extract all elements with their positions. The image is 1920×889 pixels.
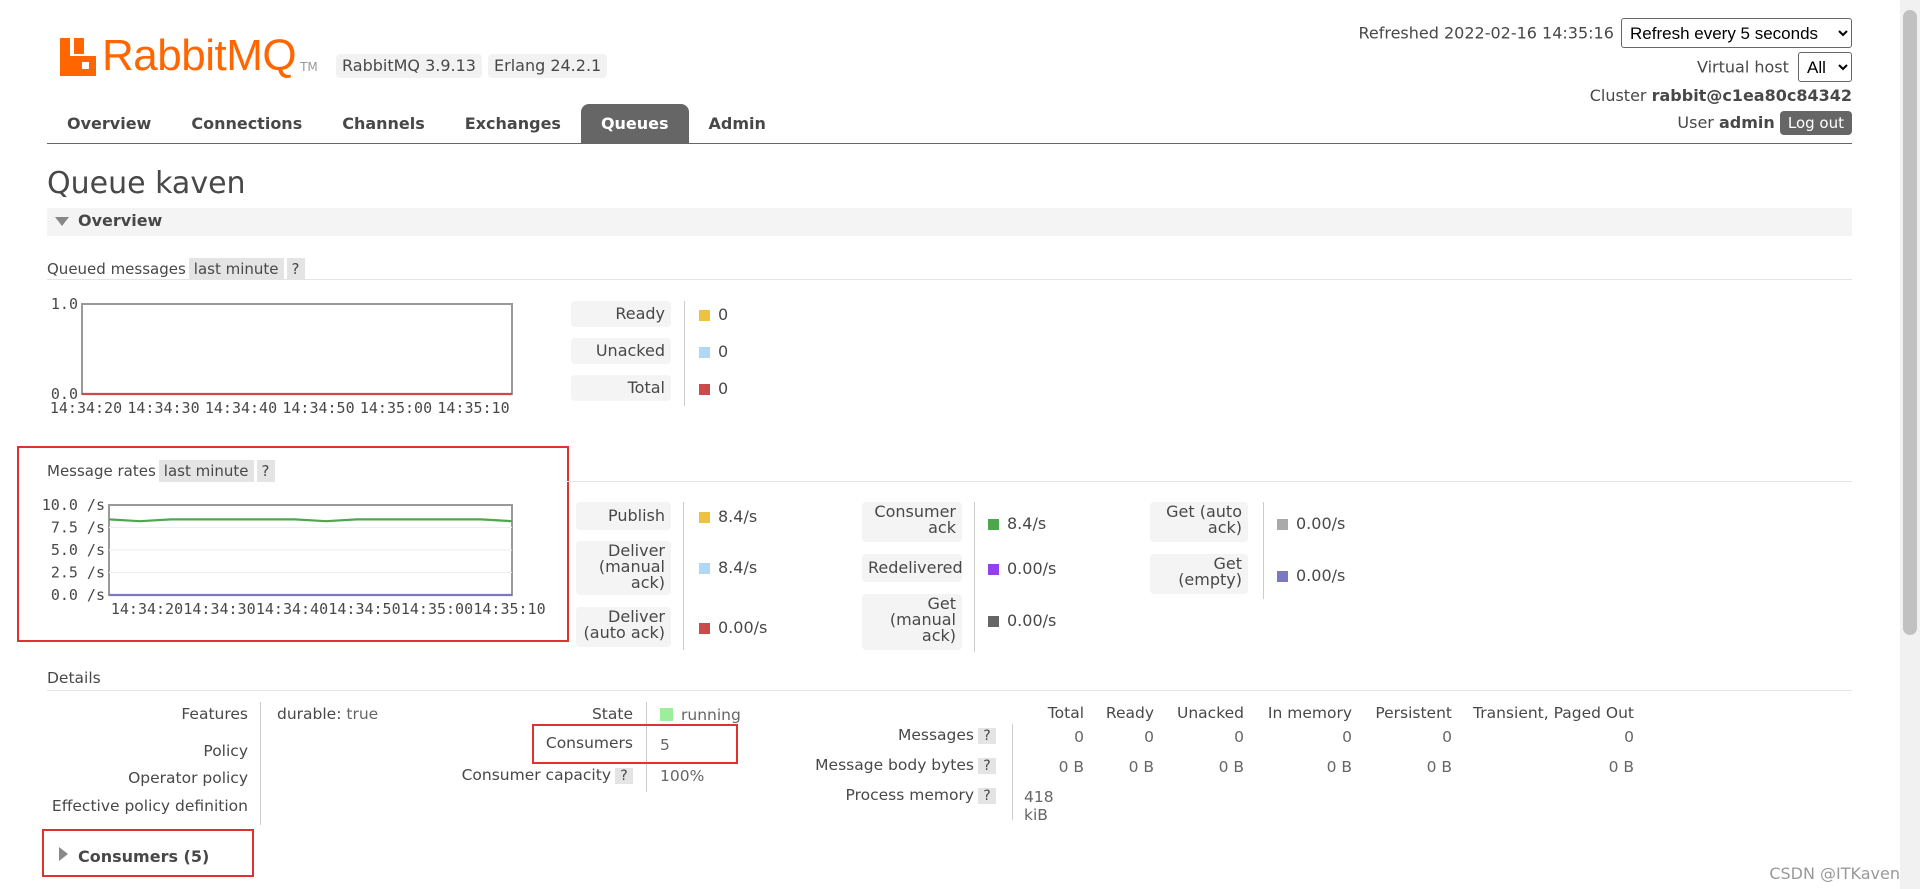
cell-messages-transient: 0 bbox=[1624, 728, 1634, 746]
deliver-auto-ack-swatch bbox=[699, 623, 710, 634]
cell-bytes-ready: 0 B bbox=[1128, 758, 1154, 776]
cell-messages-ready: 0 bbox=[1144, 728, 1154, 746]
features-value: durable: true bbox=[277, 705, 379, 723]
rates-col3-separator bbox=[1263, 502, 1264, 599]
publish-value: 8.4/s bbox=[699, 507, 757, 526]
consumers-highlight bbox=[532, 724, 738, 764]
consumer-ack-label: Consumer ack bbox=[862, 502, 962, 542]
y-tick-label: 10.0 /s bbox=[42, 496, 105, 514]
x-tick-label: 14:34:40 bbox=[256, 600, 328, 618]
y-tick-label: 5.0 /s bbox=[51, 541, 105, 559]
x-tick-label: 14:34:50 bbox=[328, 600, 400, 618]
consumers-section-toggle[interactable]: Consumers (5) bbox=[78, 847, 209, 866]
get-empty-swatch bbox=[1277, 571, 1288, 582]
col-persistent: Persistent bbox=[1375, 704, 1452, 722]
redelivered-swatch bbox=[988, 564, 999, 575]
get-empty-value: 0.00/s bbox=[1277, 566, 1345, 585]
col-transient-paged-out: Transient, Paged Out bbox=[1473, 704, 1634, 722]
consumer-capacity-help[interactable]: ? bbox=[615, 768, 633, 784]
x-tick-label: 14:34:30 bbox=[183, 600, 255, 618]
col-total: Total bbox=[1047, 704, 1084, 722]
cell-bytes-total: 0 B bbox=[1058, 758, 1084, 776]
operator-policy-label: Operator policy bbox=[128, 769, 248, 787]
messages-help[interactable]: ? bbox=[978, 728, 996, 744]
watermark: CSDN @ITKaven bbox=[1769, 864, 1900, 883]
scrollbar-thumb[interactable] bbox=[1903, 10, 1917, 635]
x-tick-label: 14:34:20 bbox=[111, 600, 183, 618]
consumer-capacity-value: 100% bbox=[660, 767, 705, 785]
y-tick-label: 2.5 /s bbox=[51, 564, 105, 582]
cell-messages-in-memory: 0 bbox=[1342, 728, 1352, 746]
cell-bytes-in-memory: 0 B bbox=[1326, 758, 1352, 776]
expand-triangle-icon bbox=[59, 847, 68, 861]
row-process-memory-label: Process memory? bbox=[780, 786, 996, 804]
body-bytes-help[interactable]: ? bbox=[978, 758, 996, 774]
get-auto-ack-label: Get (auto ack) bbox=[1150, 502, 1248, 542]
get-manual-ack-value: 0.00/s bbox=[988, 611, 1056, 630]
get-auto-ack-value: 0.00/s bbox=[1277, 514, 1345, 533]
cell-bytes-unacked: 0 B bbox=[1218, 758, 1244, 776]
details-col1-separator bbox=[260, 702, 261, 825]
cell-bytes-transient: 0 B bbox=[1608, 758, 1634, 776]
cell-messages-total: 0 bbox=[1074, 728, 1084, 746]
redelivered-label: Redelivered bbox=[862, 554, 963, 582]
process-memory-help[interactable]: ? bbox=[978, 788, 996, 804]
get-manual-ack-swatch bbox=[988, 616, 999, 627]
details-heading: Details bbox=[47, 669, 101, 687]
get-empty-label: Get (empty) bbox=[1150, 554, 1248, 594]
rates-col2-separator bbox=[974, 502, 975, 652]
effective-policy-label: Effective policy definition bbox=[51, 797, 248, 815]
y-tick-label: 7.5 /s bbox=[51, 519, 105, 537]
redelivered-value: 0.00/s bbox=[988, 559, 1056, 578]
row-messages-label: Messages? bbox=[780, 726, 996, 744]
cell-process-memory: 418 kiB bbox=[1024, 788, 1054, 824]
policy-label: Policy bbox=[203, 742, 248, 760]
row-body-bytes-label: Message body bytes? bbox=[780, 756, 996, 774]
get-manual-ack-label: Get (manual ack) bbox=[862, 594, 962, 650]
publish-label: Publish bbox=[576, 502, 671, 530]
publish-swatch bbox=[699, 512, 710, 523]
consumer-ack-value: 8.4/s bbox=[988, 514, 1046, 533]
deliver-manual-ack-label: Deliver (manual ack) bbox=[576, 541, 671, 595]
cell-messages-persistent: 0 bbox=[1442, 728, 1452, 746]
consumer-capacity-label: Consumer capacity? bbox=[440, 766, 633, 784]
col-ready: Ready bbox=[1105, 704, 1154, 722]
deliver-manual-ack-value: 8.4/s bbox=[699, 558, 757, 577]
consumer-ack-swatch bbox=[988, 519, 999, 530]
y-tick-label: 0.0 /s bbox=[51, 586, 105, 604]
features-label: Features bbox=[181, 705, 248, 723]
details-divider bbox=[47, 690, 1852, 691]
deliver-manual-ack-swatch bbox=[699, 563, 710, 574]
deliver-auto-ack-label: Deliver (auto ack) bbox=[576, 607, 671, 647]
x-tick-label: 14:35:10 bbox=[473, 600, 545, 618]
x-tick-label: 14:35:00 bbox=[401, 600, 473, 618]
get-auto-ack-swatch bbox=[1277, 519, 1288, 530]
messages-table-separator bbox=[1012, 724, 1013, 820]
cell-bytes-persistent: 0 B bbox=[1426, 758, 1452, 776]
state-label: State bbox=[591, 705, 633, 723]
cell-messages-unacked: 0 bbox=[1234, 728, 1244, 746]
state-value: running bbox=[660, 706, 741, 724]
rates-col1-separator bbox=[683, 502, 684, 650]
state-running-swatch bbox=[660, 708, 673, 721]
col-in-memory: In memory bbox=[1267, 704, 1352, 722]
col-unacked: Unacked bbox=[1177, 704, 1244, 722]
deliver-auto-ack-value: 0.00/s bbox=[699, 618, 767, 637]
